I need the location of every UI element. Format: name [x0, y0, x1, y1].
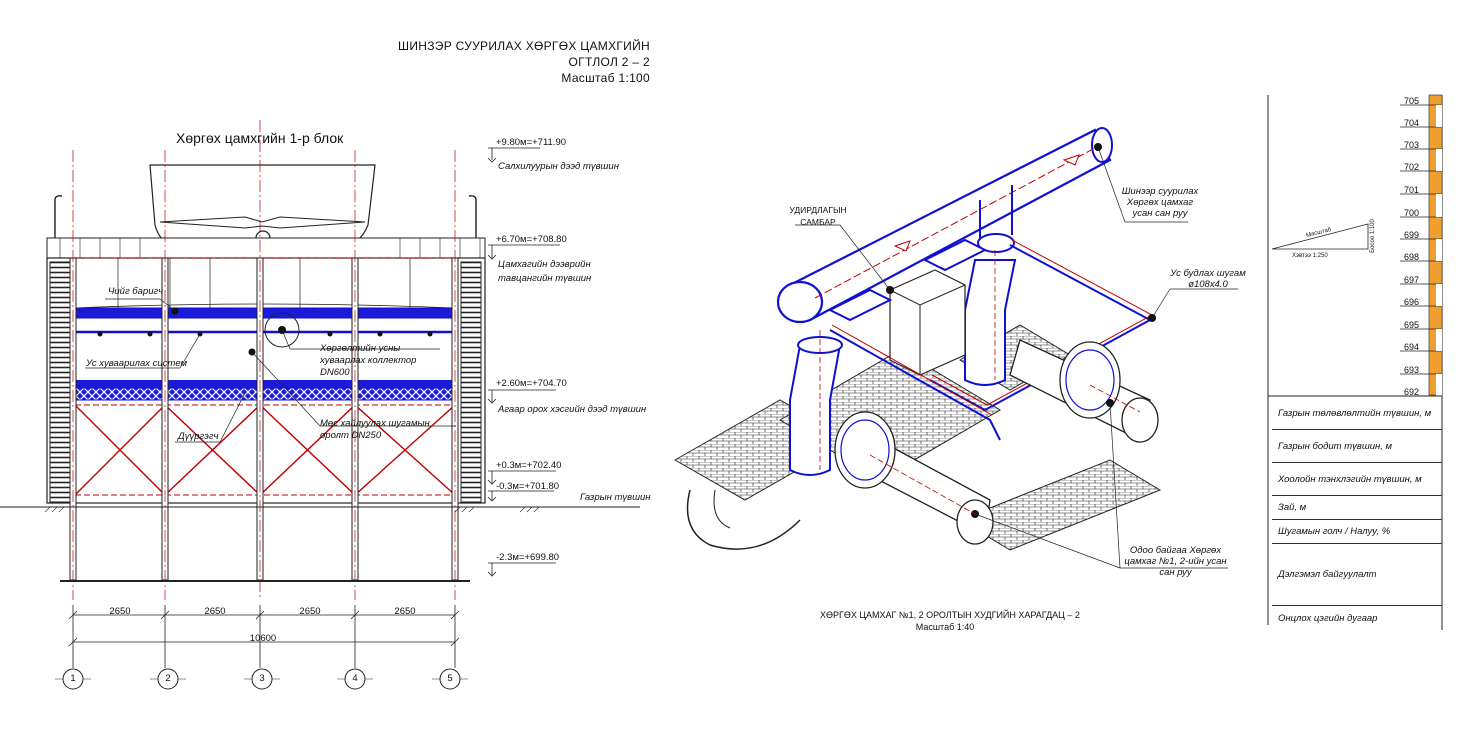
dim-total: 10600	[249, 633, 277, 644]
elev-702: 702	[1404, 162, 1420, 172]
level-mark-2: +6.70м=+708.80	[496, 234, 567, 245]
elev-694: 694	[1404, 342, 1420, 352]
elev-699: 699	[1404, 230, 1420, 240]
profile-vert-scale: Босоо 1:100	[1369, 219, 1376, 253]
callout-droplet: Чийг баригч	[108, 286, 164, 297]
axis-1: 1	[70, 673, 76, 684]
level-mark-1: +9.80м=+711.90	[496, 137, 567, 148]
iso-existing-pipe: Одоо байгаа Хөргөх цамхаг №1, 2-ийн усан…	[1124, 545, 1227, 578]
callout-collector: Хөргөлтийн усны хуваарлах коллектор DN60…	[320, 343, 417, 378]
axis-4: 4	[352, 673, 358, 684]
profile-row-points: Онцлох цэгийн дугаар	[1278, 612, 1378, 624]
iso-caption-2: Масштаб 1:40	[915, 622, 975, 632]
elev-701: 701	[1404, 185, 1420, 195]
elev-705: 705	[1404, 96, 1420, 106]
level-label-2: Цамхагийн дээврийн тавцангийн түвшин	[498, 259, 592, 284]
axis-3: 3	[259, 673, 265, 684]
elev-693: 693	[1404, 365, 1420, 375]
elev-700: 700	[1404, 208, 1420, 218]
profile-row-actual: Газрын бодит түвшин, м	[1272, 430, 1442, 463]
elev-703: 703	[1404, 140, 1420, 150]
elev-696: 696	[1404, 297, 1420, 307]
level-mark-6: -2.3м=+699.80	[496, 552, 560, 563]
level-mark-4: +0.3м=+702.40	[496, 460, 562, 471]
iso-outlet-pipe: Шинээр суурилах Хөргөх цамхаг усан сан р…	[1121, 186, 1199, 219]
callout-filler: Дүүргэгч	[178, 431, 219, 442]
section-title: ШИНЗЭР СУУРИЛАХ ХӨРГӨХ ЦАМХГИЙН ОГТЛОЛ 2…	[350, 38, 650, 86]
level-label-1: Салхилуурын дээд түвшин	[498, 161, 619, 172]
axis-2: 2	[165, 673, 171, 684]
dim-span-1: 2650	[109, 606, 131, 617]
profile-row-distance: Зай, м	[1272, 496, 1442, 520]
callout-water-dist: Ус хуваарилах систем	[86, 358, 188, 369]
callout-pipe-inlet: Мөс хайлуулах шугамын оролт DN250	[320, 418, 430, 441]
iso-control-panel: УДИРДЛАГЫН САМБАР	[789, 205, 847, 227]
axis-5: 5	[447, 673, 453, 684]
profile-horiz-scale: Хэвтээ 1:250	[1292, 253, 1328, 259]
iso-caption-1: ХӨРГӨХ ЦАМХАГ №1, 2 ОРОЛТЫН ХУДГИЙН ХАРА…	[820, 610, 1080, 620]
dim-span-3: 2650	[299, 606, 321, 617]
section-title-line1: ШИНЗЭР СУУРИЛАХ ХӨРГӨХ ЦАМХГИЙН ОГТЛОЛ 2…	[398, 39, 650, 69]
profile-row-design: Газрын төлөвлөлтийн түвшин, м	[1272, 397, 1442, 430]
level-label-3: Агаар орох хэсгийн дээд түвшин	[498, 404, 647, 415]
elev-704: 704	[1404, 118, 1420, 128]
dim-span-2: 2650	[204, 606, 226, 617]
profile-row-diameter: Шугамын голч / Налуу, %	[1272, 520, 1442, 544]
profile-row-axis: Хоолойн тэнхлэгийн түвшин, м	[1272, 463, 1442, 496]
elev-697: 697	[1404, 275, 1420, 285]
elev-695: 695	[1404, 320, 1420, 330]
iso-flush-pipe: Ус будлах шугам ø108x4.0	[1170, 268, 1246, 290]
elev-698: 698	[1404, 252, 1420, 262]
level-mark-5: -0.3м=+701.80	[496, 481, 560, 492]
level-mark-3: +2.60м=+704.70	[496, 378, 567, 389]
drawing-canvas	[0, 94, 1443, 690]
profile-row-plan: Дэлгэмэл байгуулалт	[1272, 544, 1442, 606]
section-title-line2: Масштаб 1:100	[561, 71, 650, 85]
block-title: Хөргөх цамхгийн 1-р блок	[176, 130, 344, 146]
level-label-5: Газрын түвшин	[580, 492, 651, 503]
dim-span-4: 2650	[394, 606, 416, 617]
